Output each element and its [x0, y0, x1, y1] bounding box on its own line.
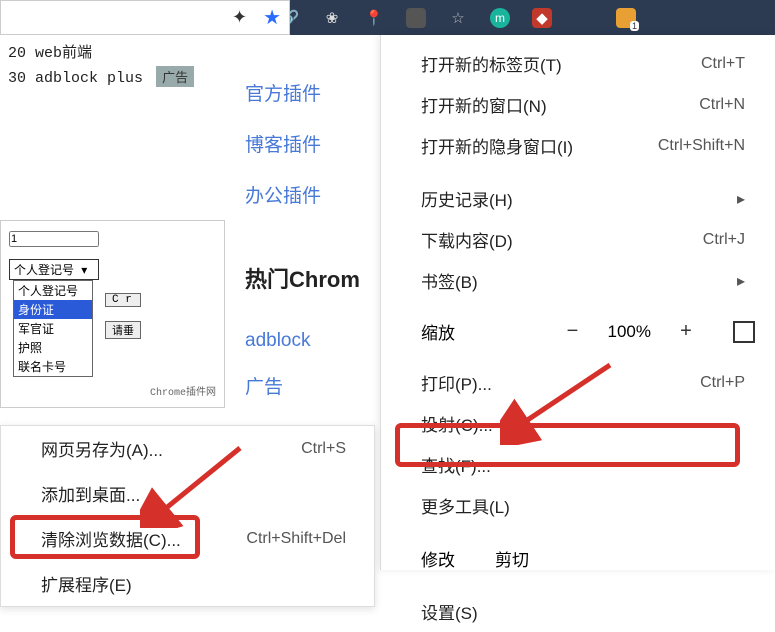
- menu-label: 历史记录(H): [421, 186, 513, 211]
- form-select-options: 个人登记号 身份证 军官证 护照 联名卡号: [13, 280, 93, 377]
- listing-row: 20 web前端: [8, 41, 227, 62]
- list-link-adblock[interactable]: adblock: [245, 330, 311, 352]
- zoom-in-button[interactable]: +: [675, 320, 697, 343]
- listing-row: 30 adblock plus 广告: [8, 66, 227, 87]
- menu-label: 添加到桌面...: [41, 481, 140, 506]
- sidebar-link-official[interactable]: 官方插件: [245, 79, 385, 106]
- bookmark-star-icon[interactable]: ★: [263, 5, 281, 30]
- pin-icon[interactable]: 📍: [364, 8, 384, 28]
- menu-label: 打开新的窗口(N): [421, 92, 547, 117]
- menu-label: 下载内容(D): [421, 227, 513, 252]
- menu-label: 扩展程序(E): [41, 571, 132, 596]
- zoom-out-button[interactable]: −: [562, 320, 584, 343]
- form-tiny-text: Chrome插件网: [150, 388, 216, 399]
- menu-shortcut: Ctrl+S: [301, 440, 346, 458]
- form-select[interactable]: 个人登记号 ▾: [10, 260, 98, 279]
- select-opt[interactable]: 个人登记号: [14, 281, 92, 300]
- menu-label: 网页另存为(A)...: [41, 436, 163, 461]
- form-btn-clear[interactable]: 请垂: [105, 321, 141, 339]
- menu-history[interactable]: 历史记录(H) ▸: [381, 178, 775, 219]
- sidebar-link-blog[interactable]: 博客插件: [245, 130, 385, 157]
- section-list: adblock 广告: [245, 310, 311, 419]
- menu-label: 设置(S): [421, 599, 478, 624]
- zoom-value: 100%: [608, 322, 651, 342]
- menu-label: 打印(P)...: [421, 370, 492, 395]
- menu-new-tab[interactable]: 打开新的标签页(T) Ctrl+T: [381, 43, 775, 84]
- orange-badge-icon[interactable]: 1: [616, 8, 636, 28]
- menu-shortcut: Ctrl+J: [703, 231, 745, 249]
- extensions-icon[interactable]: ✦: [232, 7, 247, 28]
- menu-label: 查找(F)...: [421, 452, 491, 477]
- chevron-right-icon: ▸: [737, 271, 745, 291]
- chevron-right-icon: ▸: [737, 189, 745, 209]
- menu-cast[interactable]: 投射(C)...: [381, 403, 775, 444]
- menu-new-window[interactable]: 打开新的窗口(N) Ctrl+N: [381, 84, 775, 125]
- menu-shortcut: Ctrl+P: [700, 374, 745, 392]
- menu-zoom: 缩放 − 100% +: [381, 313, 775, 350]
- edit-label: 修改: [421, 546, 455, 571]
- menu-label: 更多工具(L): [421, 493, 510, 518]
- select-opt-selected[interactable]: 身份证: [14, 300, 92, 319]
- login-form: 个人登记号 ▾ 个人登记号 身份证 军官证 护照 联名卡号 C r 请垂 Chr…: [0, 220, 225, 408]
- sidebar-links: 官方插件 博客插件 办公插件: [245, 55, 385, 232]
- listing-name: adblock plus: [35, 70, 143, 87]
- browser-toolbar: ✦ ★ ⚙ 🔗 ❀ 📍 ☆ m ◆ 1: [0, 0, 775, 35]
- menu-label: 书签(B): [421, 268, 478, 293]
- menu-label: 清除浏览数据(C)...: [41, 526, 181, 551]
- edit-cut-button[interactable]: 剪切: [495, 546, 529, 571]
- square-icon[interactable]: [406, 8, 426, 28]
- menu-label: 投射(C)...: [421, 411, 493, 436]
- select-opt[interactable]: 联名卡号: [14, 357, 92, 376]
- blank-icon[interactable]: [574, 8, 594, 28]
- menu-downloads[interactable]: 下载内容(D) Ctrl+J: [381, 219, 775, 260]
- menu-shortcut: Ctrl+N: [699, 96, 745, 114]
- menu-print[interactable]: 打印(P)... Ctrl+P: [381, 362, 775, 403]
- menu-shortcut: Ctrl+T: [701, 55, 745, 73]
- fullscreen-icon[interactable]: [733, 321, 755, 343]
- toolbar-left-white: ✦ ★: [0, 0, 290, 35]
- menu-bookmarks[interactable]: 书签(B) ▸: [381, 260, 775, 301]
- menu-label: 打开新的隐身窗口(I): [421, 133, 573, 158]
- submenu-add-desktop[interactable]: 添加到桌面...: [1, 471, 374, 516]
- red-badge-icon[interactable]: ◆: [532, 8, 552, 28]
- menu-settings[interactable]: 设置(S): [381, 591, 775, 632]
- menu-find[interactable]: 查找(F)...: [381, 444, 775, 485]
- zoom-label: 缩放: [421, 319, 455, 344]
- submenu-clear-data[interactable]: 清除浏览数据(C)... Ctrl+Shift+Del: [1, 516, 374, 561]
- page-left-listing: 20 web前端 30 adblock plus 广告: [0, 35, 235, 97]
- listing-num: 30: [8, 70, 26, 87]
- submenu-save-as[interactable]: 网页另存为(A)... Ctrl+S: [1, 426, 374, 471]
- more-tools-submenu: 网页另存为(A)... Ctrl+S 添加到桌面... 清除浏览数据(C)...…: [0, 425, 375, 607]
- submenu-extensions[interactable]: 扩展程序(E): [1, 561, 374, 606]
- section-heading: 热门Chrom: [245, 262, 360, 294]
- list-link-ads[interactable]: 广告: [245, 372, 311, 399]
- menu-more-tools[interactable]: 更多工具(L): [381, 485, 775, 526]
- menu-shortcut: Ctrl+Shift+Del: [246, 530, 346, 548]
- sidebar-link-office[interactable]: 办公插件: [245, 181, 385, 208]
- menu-shortcut: Ctrl+Shift+N: [658, 137, 745, 155]
- listing-tag: 广告: [156, 66, 194, 87]
- form-btn-cr[interactable]: C r: [105, 293, 141, 307]
- menu-incognito[interactable]: 打开新的隐身窗口(I) Ctrl+Shift+N: [381, 125, 775, 166]
- m-badge-icon[interactable]: m: [490, 8, 510, 28]
- menu-edit-row: 修改 剪切: [381, 538, 775, 579]
- select-opt[interactable]: 军官证: [14, 319, 92, 338]
- flower-icon[interactable]: ❀: [322, 8, 342, 28]
- form-input[interactable]: [9, 231, 99, 247]
- browser-main-menu: 打开新的标签页(T) Ctrl+T 打开新的窗口(N) Ctrl+N 打开新的隐…: [380, 35, 775, 570]
- shield-icon[interactable]: ☆: [448, 8, 468, 28]
- select-opt[interactable]: 护照: [14, 338, 92, 357]
- menu-label: 打开新的标签页(T): [421, 51, 562, 76]
